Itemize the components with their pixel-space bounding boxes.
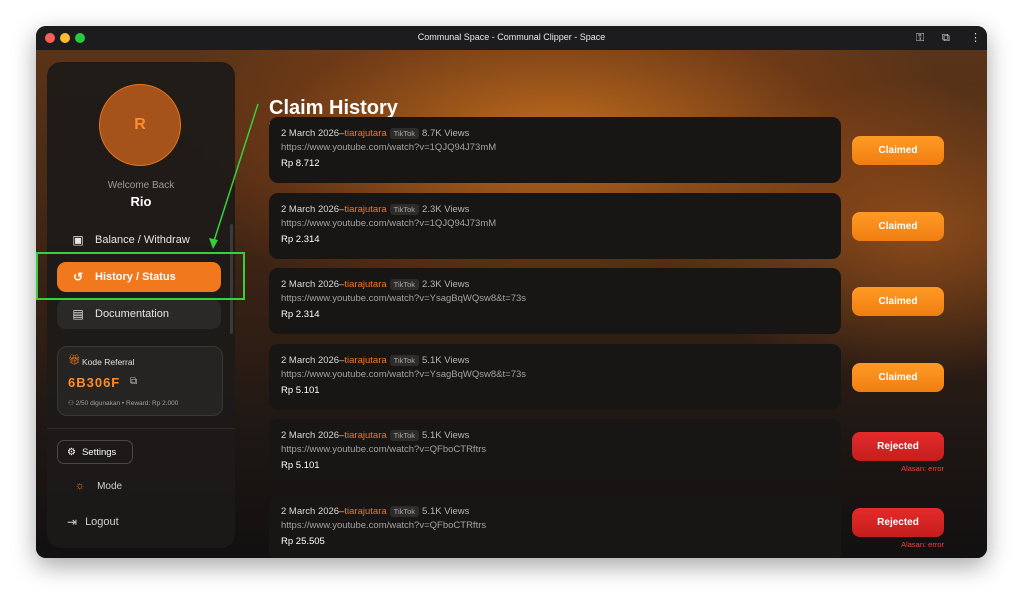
claim-user: tiarajutara [344,505,387,517]
claim-amount: Rp 2.314 [281,233,320,245]
claim-url: https://www.youtube.com/watch?v=1QJQ94J7… [281,142,497,153]
claim-views: 5.1K Views [422,430,470,441]
username: Rio [130,194,152,209]
claim-amount: Rp 25.505 [281,535,325,547]
claim-card: 2 March 2026 – tiarajutara TikTok 2.3K V… [269,192,841,259]
claim-meta: 2 March 2026 – tiarajutara TikTok 5.1K V… [281,354,829,366]
puzzle-icon[interactable]: ⧉ [942,31,950,45]
claimed-status-button[interactable]: Claimed [852,362,944,392]
copy-icon[interactable]: ⧉ [130,376,137,387]
claim-url: https://www.youtube.com/watch?v=1QJQ94J7… [281,217,497,229]
sun-icon: ☼ [75,480,86,492]
claim-amount: Rp 2.314 [281,309,320,320]
claim-card: 2 March 2026 – tiarajutara TikTok 5.1K V… [269,494,841,558]
referral-label: Kode Referral [82,357,135,367]
mode-label: Mode [97,480,123,492]
referral-usage: 2/50 digunakan [75,400,121,407]
app-content: R Welcome Back Rio ▣ Balance / Withdraw … [36,50,987,558]
sidebar-item-label: Balance / Withdraw [95,234,190,246]
claim-amount: Rp 5.101 [281,384,320,396]
claim-meta: 2 March 2026 – tiarajutara TikTok 5.1K V… [281,430,829,441]
gear-icon: ⚙ [67,446,76,458]
claim-card: 2 March 2026 – tiarajutara TikTok 2.3K V… [269,268,841,334]
settings-label: Settings [81,446,117,458]
claim-views: 2.3K Views [422,279,470,290]
claim-date: 2 March 2026 [281,279,340,290]
claim-card: 2 March 2026 – tiarajutara TikTok 8.7K V… [269,117,841,183]
claim-date: 2 March 2026 [281,128,340,139]
rejected-status-button[interactable]: Rejected [852,507,944,537]
platform-badge: TikTok [389,128,420,139]
referral-meta: ⚇ 2/50 digunakan • Reward: Rp 2.000 [68,399,178,407]
settings-button[interactable]: ⚙ Settings [57,440,133,464]
claim-meta: 2 March 2026 – tiarajutara TikTok 2.3K V… [281,279,829,290]
claim-meta: 2 March 2026 – tiarajutara TikTok 8.7K V… [281,128,829,139]
platform-badge: TikTok [389,505,420,517]
claim-url: https://www.youtube.com/watch?v=YsagBqWQ… [281,368,527,380]
sidebar-divider [47,428,235,429]
logout-button[interactable]: ⇥ Logout [67,515,119,529]
document-icon: ▤ [72,307,84,321]
claim-date: 2 March 2026 [281,430,340,441]
rejected-status-button[interactable]: Rejected [852,432,944,461]
claim-date: 2 March 2026 [281,505,340,517]
welcome-text: Welcome Back [107,180,175,191]
claim-views: 5.1K Views [422,354,470,366]
claim-views: 8.7K Views [422,128,470,139]
claim-card: 2 March 2026 – tiarajutara TikTok 5.1K V… [269,419,841,485]
platform-badge: TikTok [389,430,420,441]
claim-user: tiarajutara [344,128,387,139]
claim-url: https://www.youtube.com/watch?v=QFboCTRf… [281,444,487,455]
sidebar-item-balance[interactable]: ▣ Balance / Withdraw [57,225,221,255]
logout-icon: ⇥ [67,515,78,529]
window-title: Communal Space - Communal Clipper - Spac… [417,32,606,42]
claim-card: 2 March 2026 – tiarajutara TikTok 5.1K V… [269,343,841,410]
claim-date: 2 March 2026 [281,354,340,366]
claim-url: https://www.youtube.com/watch?v=YsagBqWQ… [281,293,527,304]
kebab-menu-icon[interactable]: ⋮ [970,31,981,45]
claimed-status-button[interactable]: Claimed [852,211,944,241]
gift-icon: 🎁︎ [68,355,81,366]
referral-card: 🎁︎ Kode Referral 6B306F ⧉ ⚇ 2/50 digunak… [57,346,223,416]
referral-code: 6B306F [68,375,121,390]
sidebar-item-documentation[interactable]: ▤ Documentation [57,299,221,329]
platform-badge: TikTok [389,203,420,215]
claim-user: tiarajutara [344,354,387,366]
claim-meta: 2 March 2026 – tiarajutara TikTok 5.1K V… [281,505,829,517]
claimed-status-button[interactable]: Claimed [852,287,944,316]
rejection-reason: Alasan: error [901,464,944,473]
claim-user: tiarajutara [344,279,387,290]
key-icon[interactable]: ⚿ [916,31,924,45]
claim-meta: 2 March 2026 – tiarajutara TikTok 2.3K V… [281,203,829,215]
claim-user: tiarajutara [344,203,387,215]
title-bar: Communal Space - Communal Clipper - Spac… [36,26,987,50]
annotation-highlight-box [36,252,245,300]
claimed-status-button[interactable]: Claimed [852,136,944,165]
claim-views: 2.3K Views [422,203,470,215]
claim-amount: Rp 8.712 [281,158,320,169]
claim-amount: Rp 5.101 [281,460,320,471]
sidebar-item-label: Documentation [95,308,169,320]
logout-label: Logout [85,516,119,528]
mode-toggle[interactable]: ☼ Mode [75,480,122,492]
avatar: R [99,84,181,166]
platform-badge: TikTok [389,279,420,290]
claim-url: https://www.youtube.com/watch?v=QFboCTRf… [281,519,487,531]
claim-user: tiarajutara [344,430,387,441]
rejection-reason: Alasan: error [901,539,944,549]
claim-date: 2 March 2026 [281,203,340,215]
referral-reward: Reward: Rp 2.000 [126,400,179,407]
users-icon: ⚇ [68,400,74,407]
claim-views: 5.1K Views [422,505,470,517]
platform-badge: TikTok [389,354,420,366]
wallet-icon: ▣ [72,233,84,247]
sidebar: R Welcome Back Rio ▣ Balance / Withdraw … [47,62,235,548]
